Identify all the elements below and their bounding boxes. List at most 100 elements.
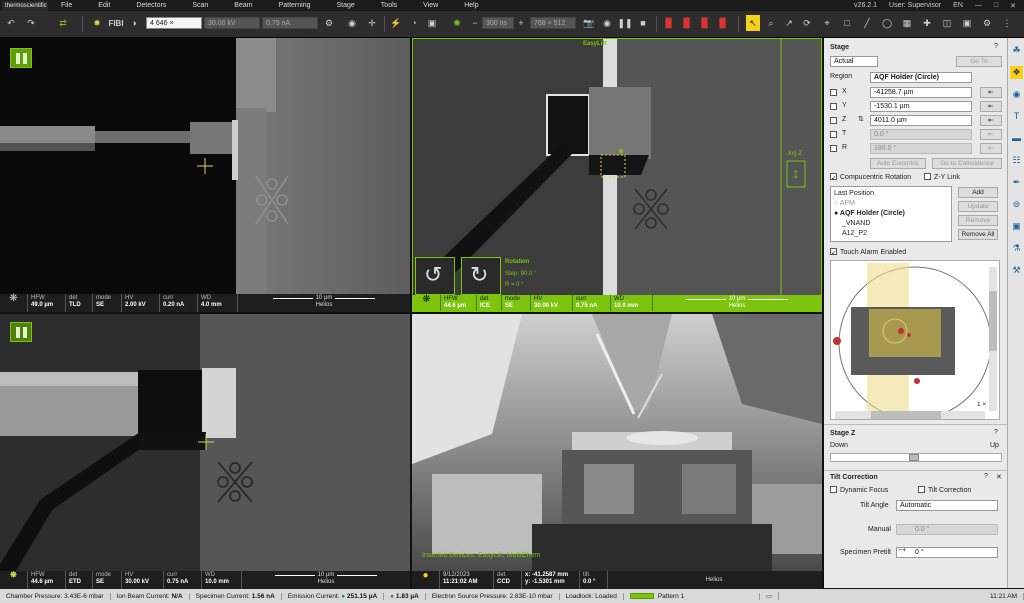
lightning-icon[interactable]: ⚡ bbox=[390, 15, 402, 31]
y-goto-button[interactable]: ⇤ bbox=[980, 101, 1002, 112]
list-item-selected[interactable]: ● AQF Holder (Circle) bbox=[834, 209, 948, 219]
stage-z-slider[interactable] bbox=[830, 453, 1002, 462]
record-icon[interactable]: ▉ bbox=[662, 15, 676, 31]
chamber-light-icon[interactable]: ● bbox=[412, 571, 440, 589]
pen-module-icon[interactable]: ✒ bbox=[1010, 176, 1023, 189]
layout-tool-icon[interactable]: ◫ bbox=[940, 15, 954, 31]
high-voltage-input[interactable]: 30.00 kV bbox=[204, 17, 260, 29]
language-label[interactable]: EN bbox=[953, 2, 963, 9]
rotate-tool-icon[interactable]: ⟳ bbox=[800, 15, 814, 31]
select-tool-icon[interactable]: ↖ bbox=[746, 15, 760, 31]
list-item[interactable]: _VNAND bbox=[834, 219, 948, 229]
beam-module-icon[interactable]: ☘ bbox=[1010, 44, 1023, 57]
focus-icon[interactable]: ✛ bbox=[366, 15, 378, 31]
add-position-button[interactable]: Add bbox=[958, 187, 998, 198]
x-input[interactable]: -41258.7 µm bbox=[870, 87, 972, 98]
beam-current-input[interactable]: 0.75 nA bbox=[262, 17, 318, 29]
marker-alt-icon[interactable]: ▉ bbox=[716, 15, 730, 31]
snapshot-icon[interactable]: 📷 bbox=[582, 15, 596, 31]
beam-switch-icon[interactable]: ⇄ bbox=[55, 15, 71, 31]
remove-all-button[interactable]: Remove All bbox=[958, 229, 998, 240]
magnification-input[interactable]: 4 646 × bbox=[146, 17, 202, 29]
circle-tool-icon[interactable]: ◯ bbox=[880, 15, 894, 31]
dynamic-focus-checkbox[interactable]: Dynamic Focus bbox=[830, 486, 888, 494]
quad-4-chamber-camera[interactable]: Inserted Devices: EasyLift, MultiChem ● … bbox=[412, 314, 822, 589]
z-link-icon[interactable]: ⇅ bbox=[858, 115, 864, 123]
measure-module-icon[interactable]: ▬ bbox=[1010, 132, 1023, 145]
line-tool-icon[interactable]: ╱ bbox=[860, 15, 874, 31]
text-module-icon[interactable]: T bbox=[1010, 110, 1023, 123]
z-checkbox[interactable] bbox=[830, 117, 837, 124]
y-checkbox[interactable] bbox=[830, 103, 837, 110]
specimen-pretilt-input[interactable]: 0 ° bbox=[896, 547, 998, 558]
menu-file[interactable]: File bbox=[48, 2, 85, 9]
r-input[interactable]: 180.0 ° bbox=[870, 143, 972, 154]
rotate-ccw-button[interactable]: ↺ bbox=[415, 257, 455, 295]
marker-icon[interactable]: ▉ bbox=[698, 15, 712, 31]
navigation-tool-icon[interactable]: ⌖ bbox=[820, 15, 834, 31]
redo-icon[interactable]: ↷ bbox=[24, 15, 38, 31]
menu-view[interactable]: View bbox=[410, 2, 451, 9]
lens-icon[interactable]: ◔ bbox=[408, 15, 420, 31]
crosshair-tool-icon[interactable]: ✚ bbox=[920, 15, 934, 31]
help-icon[interactable]: ? bbox=[994, 429, 998, 436]
quad-2-fib-view[interactable]: ↕ EasyLift Jog Z ↺ ↻ Rotation Step: 90.0… bbox=[412, 38, 822, 312]
x-checkbox[interactable] bbox=[830, 89, 837, 96]
close-icon[interactable]: ✕ bbox=[1010, 2, 1016, 10]
zoom-tool-icon[interactable]: ⌕ bbox=[764, 15, 778, 31]
compucentric-rotation-checkbox[interactable]: ✓ Compucentric Rotation bbox=[830, 173, 911, 182]
user-label[interactable]: User: Supervisor bbox=[889, 2, 941, 9]
menu-scan[interactable]: Scan bbox=[179, 2, 221, 9]
r-checkbox[interactable] bbox=[830, 145, 837, 152]
coordinate-select[interactable]: Actual bbox=[830, 56, 878, 67]
menu-detectors[interactable]: Detectors bbox=[123, 2, 179, 9]
alignment-module-icon[interactable]: ⊜ bbox=[1010, 198, 1023, 211]
pretilt-stepper-icon[interactable]: −+ bbox=[898, 547, 906, 554]
more-icon[interactable]: ⋮ bbox=[1000, 15, 1014, 31]
contrast-icon[interactable]: ◑ bbox=[128, 15, 140, 31]
y-input[interactable]: -1530.1 µm bbox=[870, 101, 972, 112]
menu-patterning[interactable]: Patterning bbox=[266, 2, 324, 9]
slider-thumb[interactable] bbox=[909, 454, 919, 461]
menu-beam[interactable]: Beam bbox=[221, 2, 265, 9]
x-goto-button[interactable]: ⇤ bbox=[980, 87, 1002, 98]
position-list[interactable]: Last Position ○ APM ● AQF Holder (Circle… bbox=[830, 186, 952, 242]
tools-module-icon[interactable]: ⚒ bbox=[1010, 264, 1023, 277]
rotate-cw-button[interactable]: ↻ bbox=[461, 257, 501, 295]
t-checkbox[interactable] bbox=[830, 131, 837, 138]
manual-input[interactable]: 0.0 ° bbox=[896, 524, 998, 535]
grid-tool-icon[interactable]: ▦ bbox=[900, 15, 914, 31]
update-position-button[interactable]: Update bbox=[958, 201, 998, 212]
gis-module-icon[interactable]: ⚗ bbox=[1010, 242, 1023, 255]
list-item[interactable]: A12_P2 bbox=[834, 229, 948, 239]
plus-icon[interactable]: + bbox=[516, 15, 526, 31]
stop-icon[interactable]: ■ bbox=[636, 15, 650, 31]
menu-edit[interactable]: Edit bbox=[85, 2, 123, 9]
stage-navigation-map[interactable]: 1 × bbox=[830, 260, 1000, 420]
jog-z-arrow-icon[interactable] bbox=[789, 161, 807, 187]
close-icon[interactable]: ✕ bbox=[996, 473, 1002, 481]
minimize-icon[interactable]: — bbox=[975, 2, 982, 9]
r-goto-button[interactable]: ⇤ bbox=[980, 143, 1002, 154]
help-icon[interactable]: ? bbox=[994, 43, 998, 50]
z-goto-button[interactable]: ⇤ bbox=[980, 115, 1002, 126]
dwell-time-input[interactable]: 300 ns bbox=[482, 17, 514, 29]
beam-icon[interactable]: ✸ bbox=[90, 15, 104, 31]
image-tool-icon[interactable]: ▣ bbox=[960, 15, 974, 31]
photo-icon[interactable]: ◉ bbox=[600, 15, 614, 31]
stigmator-icon[interactable]: ▣ bbox=[426, 15, 438, 31]
goto-coincidence-button[interactable]: Go to Coincidence bbox=[932, 158, 1002, 169]
pattern-menu-icon[interactable]: ▭ bbox=[760, 592, 779, 600]
pattern-module-icon[interactable]: ☷ bbox=[1010, 154, 1023, 167]
remove-position-button[interactable]: Remove bbox=[958, 215, 998, 226]
stage-module-icon[interactable]: ❖ bbox=[1010, 66, 1023, 79]
blank-icon[interactable]: ◉ bbox=[346, 15, 358, 31]
t-input[interactable]: 0.0 ° bbox=[870, 129, 972, 140]
pause-scan-button[interactable] bbox=[10, 48, 32, 68]
touch-alarm-checkbox[interactable]: ✓ Touch Alarm Enabled bbox=[830, 248, 906, 257]
menu-help[interactable]: Help bbox=[451, 2, 491, 9]
pause-icon[interactable]: ❚❚ bbox=[617, 15, 632, 31]
list-item[interactable]: Last Position bbox=[834, 189, 948, 199]
undo-icon[interactable]: ↶ bbox=[4, 15, 18, 31]
quad-1-sem-view[interactable]: ❋ HFW 49.0 µm det TLD mode SE HV 2.00 kV cur… bbox=[0, 38, 410, 312]
